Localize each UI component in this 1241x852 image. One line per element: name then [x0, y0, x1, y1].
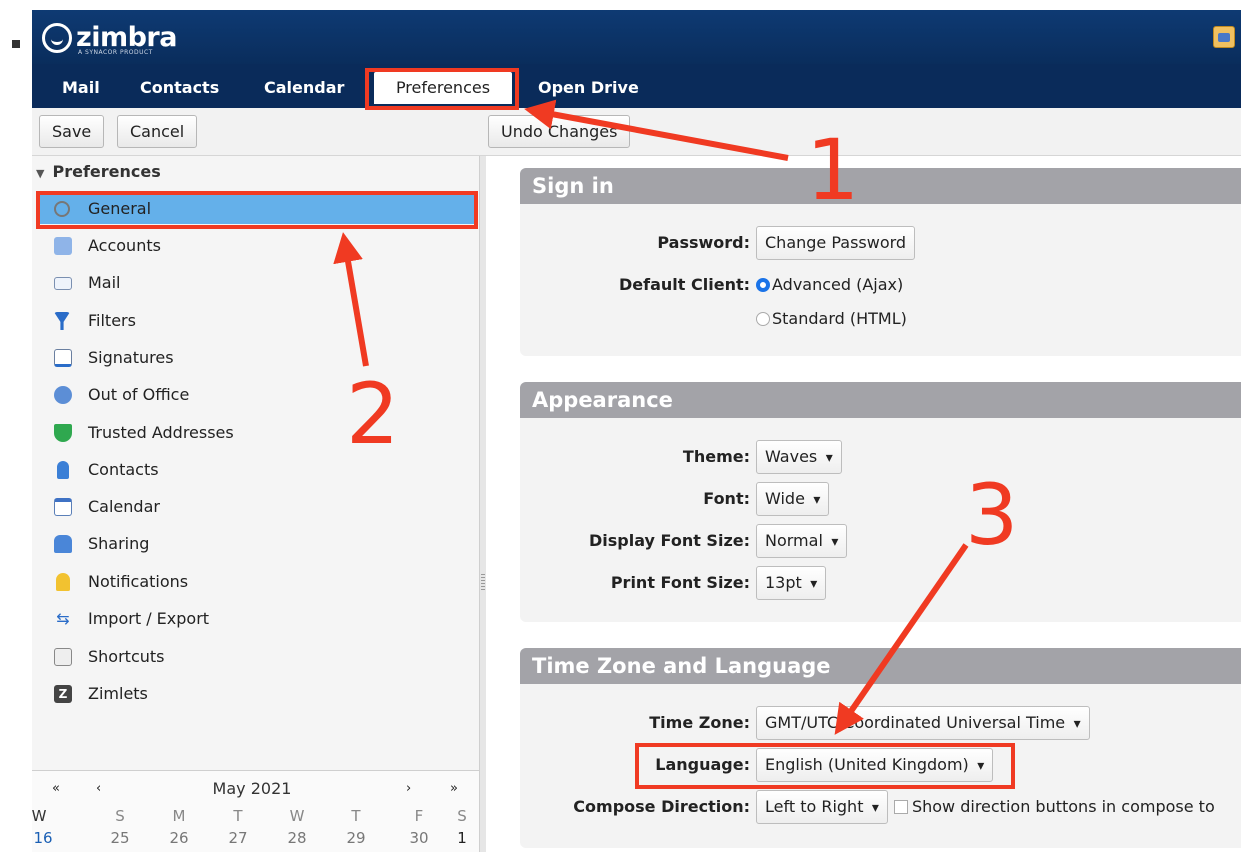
arrow-1 [524, 99, 789, 161]
app-window: zimbra A SYNACOR PRODUCT Mail Contacts C… [0, 0, 1241, 852]
annotation-arrows [333, 99, 969, 735]
arrow-3 [834, 543, 969, 735]
arrow-2 [333, 232, 369, 367]
